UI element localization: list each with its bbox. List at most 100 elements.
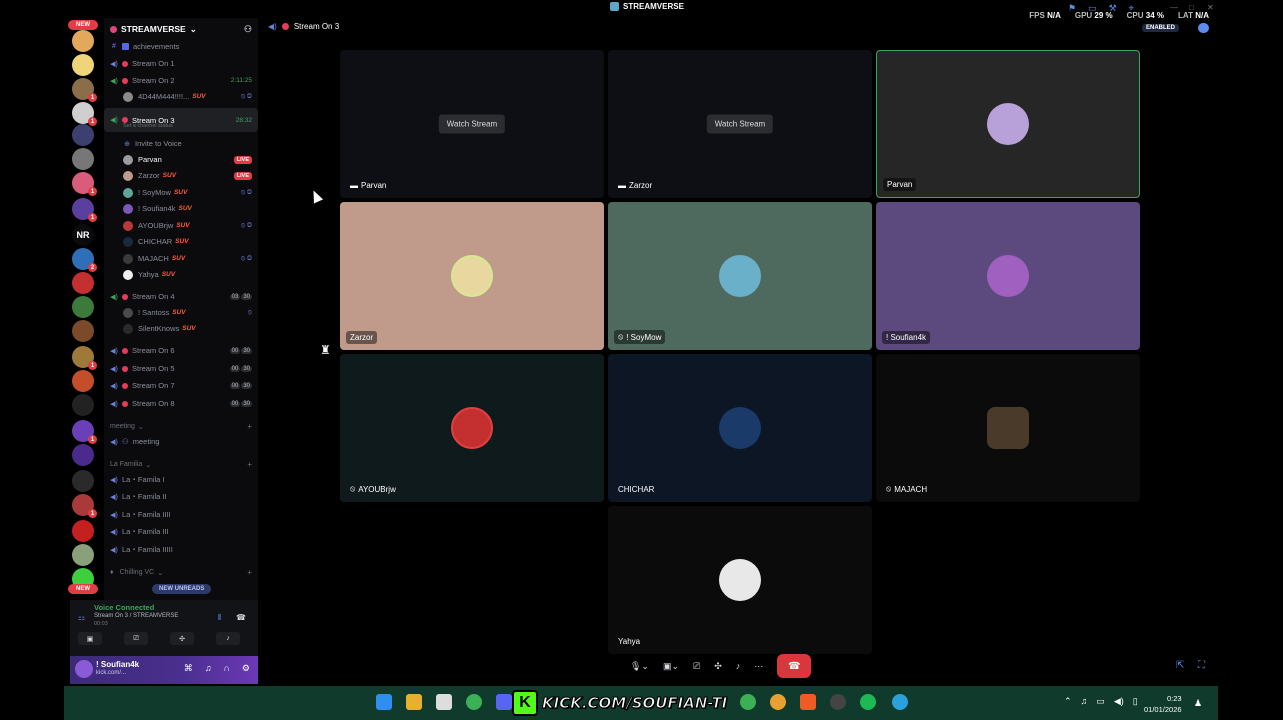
headphones-icon[interactable]: ∩: [223, 663, 229, 674]
server-icon[interactable]: 1: [72, 494, 97, 518]
voice-member[interactable]: MAJACH SUV ⦸ ◎: [104, 251, 258, 266]
channel-stream-on-3[interactable]: ◀) Stream On 3 28:32 Set a channel statu…: [104, 108, 258, 132]
server-icon[interactable]: [72, 370, 94, 392]
voice-member[interactable]: ! Santoss SUV ⦸: [104, 305, 258, 320]
microphone-icon[interactable]: ♫: [205, 663, 212, 674]
participant-tile[interactable]: ⦸ AYOUBrjw: [340, 354, 604, 502]
voice-member[interactable]: Parvan LIVE: [104, 152, 258, 167]
server-icon[interactable]: 2: [72, 248, 97, 272]
participant-tile[interactable]: ⦸ MAJACH: [876, 354, 1140, 502]
participant-tile[interactable]: CHICHAR: [608, 354, 872, 502]
participant-tile[interactable]: Yahya: [608, 506, 872, 654]
participant-tile[interactable]: Zarzor: [340, 202, 604, 350]
channel-la-familia-5[interactable]: ◀) La・Famila IIIII: [104, 542, 258, 557]
windows-start-icon[interactable]: [376, 694, 392, 710]
server-icon[interactable]: 1: [72, 198, 97, 222]
server-icon[interactable]: [72, 470, 94, 492]
category-chilling-vc[interactable]: ♦ Chilling VC ⌄ +: [104, 566, 258, 579]
taskbar-clock[interactable]: 0:23 01/01/2026: [1144, 693, 1182, 715]
server-icon[interactable]: 1: [72, 172, 97, 196]
server-icon[interactable]: [72, 124, 94, 146]
telegram-icon[interactable]: [892, 694, 908, 710]
channel-la-familia-3[interactable]: ◀) La・Famila III: [104, 524, 258, 539]
server-icon[interactable]: [72, 444, 94, 466]
gamepad-icon[interactable]: ⌘: [184, 663, 193, 674]
add-user-icon[interactable]: ⚇: [244, 24, 252, 35]
voice-member[interactable]: CHICHAR SUV: [104, 234, 258, 249]
disconnect-button[interactable]: ☎: [777, 654, 812, 678]
gear-icon[interactable]: ⚙: [242, 663, 250, 674]
noise-suppression-icon[interactable]: ⫴: [218, 613, 221, 623]
channel-la-familia-2[interactable]: ◀) La・Famila II: [104, 489, 258, 504]
server-icon[interactable]: [72, 296, 94, 318]
server-icon[interactable]: 1: [72, 102, 97, 126]
microphone-icon[interactable]: ♫: [1081, 696, 1088, 707]
stream-tile[interactable]: Watch Stream ▬ Parvan: [340, 50, 604, 198]
server-icon[interactable]: [72, 30, 94, 52]
file-explorer-icon[interactable]: [406, 694, 422, 710]
volume-icon[interactable]: ◀): [1114, 696, 1124, 707]
server-icon[interactable]: [72, 148, 94, 170]
add-channel-icon[interactable]: +: [247, 422, 252, 431]
server-icon[interactable]: 1: [72, 346, 97, 370]
server-icon[interactable]: [72, 54, 94, 76]
watch-stream-button[interactable]: Watch Stream: [438, 114, 506, 134]
avatar[interactable]: [75, 660, 93, 678]
watch-stream-button[interactable]: Watch Stream: [706, 114, 774, 134]
voice-member[interactable]: Zarzor SUV LIVE: [104, 168, 258, 183]
chat-bubble-icon[interactable]: [1198, 23, 1209, 33]
voice-member[interactable]: ! Soufian4k SUV: [104, 201, 258, 216]
participant-tile[interactable]: ! Soufian4k: [876, 202, 1140, 350]
disconnect-icon[interactable]: ☎: [236, 613, 246, 622]
channel-stream-on-8[interactable]: ◀) Stream On 8 00 30: [104, 396, 258, 411]
more-icon[interactable]: ⋯: [754, 661, 763, 672]
chrome-icon[interactable]: [740, 694, 756, 710]
discord-icon[interactable]: [496, 694, 512, 710]
store-icon[interactable]: [436, 694, 452, 710]
screen-share-icon[interactable]: ⎚: [693, 661, 700, 672]
server-icon[interactable]: [72, 272, 94, 294]
activities-icon[interactable]: ✣: [170, 632, 194, 645]
notification-bell-icon[interactable]: ♟: [1194, 698, 1202, 709]
stream-tile[interactable]: Watch Stream ▬ Zarzor: [608, 50, 872, 198]
voice-member[interactable]: 4D44M444!!!!... SUV ⦸ ◎: [104, 89, 258, 104]
channel-stream-on-5[interactable]: ◀) Stream On 5 00 30: [104, 361, 258, 376]
obs-icon[interactable]: [830, 694, 846, 710]
spotify-icon[interactable]: [860, 694, 876, 710]
chrome-icon[interactable]: [770, 694, 786, 710]
channel-la-familia-4[interactable]: ◀) La・Famila IIII: [104, 507, 258, 522]
screen-share-icon[interactable]: ⎚: [124, 632, 148, 645]
channel-la-familia-1[interactable]: ◀) La・Famila I: [104, 472, 258, 487]
channel-meeting[interactable]: ◀) ⚇ meeting: [104, 434, 258, 449]
new-unreads-button[interactable]: NEW UNREADS: [152, 584, 212, 594]
invite-to-voice[interactable]: ⊕ Invite to Voice: [104, 136, 258, 151]
channel-stream-on-4[interactable]: ◀) Stream On 4 03 30: [104, 289, 258, 304]
activities-icon[interactable]: ✣: [714, 661, 722, 672]
channel-stream-on-1[interactable]: ◀) Stream On 1: [104, 56, 258, 71]
soundboard-icon[interactable]: ♪: [736, 661, 741, 671]
channel-stream-on-7[interactable]: ◀) Stream On 7 00 30: [104, 378, 258, 393]
voice-member[interactable]: Yahya SUV: [104, 267, 258, 282]
category-meeting[interactable]: meeting ⌄ +: [104, 420, 258, 433]
channel-stream-on-6[interactable]: ◀) Stream On 6 00 30: [104, 343, 258, 358]
microphone-icon[interactable]: 🎙︎⌄: [630, 661, 649, 672]
brave-icon[interactable]: [800, 694, 816, 710]
voice-member[interactable]: ! SoyMow SUV ⦸ ◎: [104, 185, 258, 200]
add-channel-icon[interactable]: +: [247, 460, 252, 469]
fullscreen-icon[interactable]: ⛶: [1198, 660, 1205, 671]
participant-tile[interactable]: ⦸! SoyMow: [608, 202, 872, 350]
voice-member[interactable]: AYOUBrjw SUV ⦸ ◎: [104, 218, 258, 233]
network-icon[interactable]: ▭: [1096, 696, 1105, 707]
chrome-icon[interactable]: [466, 694, 482, 710]
channel-stream-on-2[interactable]: ◀) Stream On 2 2:11:25: [104, 73, 258, 88]
soundboard-icon[interactable]: ♪: [216, 632, 240, 645]
server-icon[interactable]: 1: [72, 420, 97, 444]
server-icon-nr[interactable]: NR: [72, 224, 94, 246]
popout-icon[interactable]: ⇱: [1176, 660, 1184, 671]
battery-icon[interactable]: ▯: [1133, 696, 1138, 707]
camera-off-icon[interactable]: ▣⌄: [663, 661, 679, 672]
add-channel-icon[interactable]: +: [247, 568, 252, 577]
server-icon[interactable]: [72, 520, 94, 542]
server-icon[interactable]: [72, 394, 94, 416]
participant-tile-speaking[interactable]: Parvan: [876, 50, 1140, 198]
